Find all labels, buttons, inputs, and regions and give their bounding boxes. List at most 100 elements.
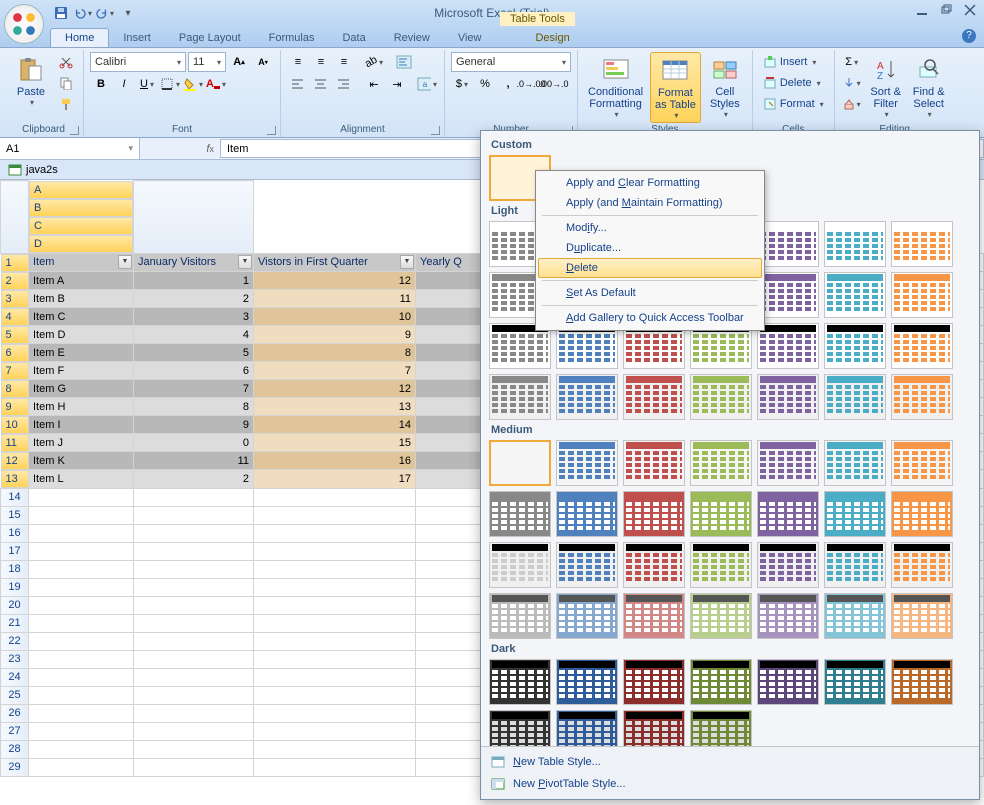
table-style-thumb[interactable] xyxy=(489,440,551,486)
table-style-thumb[interactable] xyxy=(757,491,819,537)
table-style-thumb[interactable] xyxy=(690,542,752,588)
name-box[interactable]: A1 xyxy=(0,138,140,159)
ctx-set-default[interactable]: Set As Default xyxy=(538,283,762,303)
tab-design[interactable]: Design xyxy=(521,29,583,47)
ctx-delete[interactable]: Delete xyxy=(538,258,762,278)
cell[interactable] xyxy=(416,362,484,380)
table-style-thumb[interactable] xyxy=(556,491,618,537)
sort-filter-button[interactable]: AZ Sort & Filter▾ xyxy=(866,52,906,121)
percent-format-icon[interactable]: % xyxy=(474,74,496,94)
cell[interactable]: 9 xyxy=(254,326,416,344)
cell[interactable] xyxy=(416,290,484,308)
cell[interactable] xyxy=(416,272,484,290)
table-style-thumb[interactable] xyxy=(556,374,618,420)
cell[interactable]: Item H xyxy=(29,398,134,416)
align-right-icon[interactable] xyxy=(333,74,355,94)
undo-icon[interactable]: ▾ xyxy=(74,4,92,22)
row-header[interactable]: 11 xyxy=(1,434,29,452)
cell[interactable]: 11 xyxy=(134,452,254,470)
cell[interactable]: 8 xyxy=(134,398,254,416)
ctx-duplicate[interactable]: Duplicate... xyxy=(538,238,762,258)
table-header-cell[interactable]: January Visitors▼ xyxy=(134,253,254,272)
table-style-thumb[interactable] xyxy=(690,374,752,420)
row-header[interactable]: 22 xyxy=(1,632,29,650)
table-style-thumb[interactable] xyxy=(824,542,886,588)
table-style-thumb[interactable] xyxy=(489,374,551,420)
row-header[interactable]: 19 xyxy=(1,578,29,596)
tab-data[interactable]: Data xyxy=(328,29,379,47)
cell[interactable] xyxy=(416,398,484,416)
table-style-thumb[interactable] xyxy=(757,323,819,369)
table-style-thumb[interactable] xyxy=(824,272,886,318)
table-style-thumb[interactable] xyxy=(489,491,551,537)
row-header[interactable]: 20 xyxy=(1,596,29,614)
cell[interactable]: Item J xyxy=(29,434,134,452)
table-style-thumb[interactable] xyxy=(489,659,551,705)
accounting-format-icon[interactable]: $▾ xyxy=(451,74,473,94)
table-header-cell[interactable]: Item▼ xyxy=(29,253,134,272)
row-header[interactable]: 16 xyxy=(1,524,29,542)
table-style-thumb[interactable] xyxy=(690,710,752,746)
filter-dropdown-icon[interactable]: ▼ xyxy=(238,255,252,269)
table-header-cell[interactable]: Vistors in First Quarter▼ xyxy=(254,253,416,272)
table-style-thumb[interactable] xyxy=(891,374,953,420)
align-top-icon[interactable]: ≡ xyxy=(287,52,309,72)
cell[interactable]: Item D xyxy=(29,326,134,344)
cell[interactable]: 12 xyxy=(254,272,416,290)
row-header[interactable]: 8 xyxy=(1,380,29,398)
table-style-thumb[interactable] xyxy=(824,593,886,639)
cell[interactable]: 10 xyxy=(254,308,416,326)
table-style-thumb[interactable] xyxy=(623,710,685,746)
table-style-thumb[interactable] xyxy=(690,440,752,486)
border-icon[interactable]: ▾ xyxy=(159,74,181,94)
table-style-thumb[interactable] xyxy=(824,323,886,369)
cell[interactable]: Item C xyxy=(29,308,134,326)
table-style-thumb[interactable] xyxy=(623,659,685,705)
new-pivottable-style-button[interactable]: New PivotTable Style... xyxy=(489,773,971,795)
grow-font-icon[interactable]: A▴ xyxy=(228,52,250,72)
cell[interactable]: Item F xyxy=(29,362,134,380)
new-table-style-button[interactable]: NNew Table Style...ew Table Style... xyxy=(489,751,971,773)
cell[interactable]: 12 xyxy=(254,380,416,398)
format-as-table-button[interactable]: Format as Table▾ xyxy=(650,52,701,123)
cell[interactable]: 1 xyxy=(134,272,254,290)
table-style-thumb[interactable] xyxy=(891,272,953,318)
save-icon[interactable] xyxy=(52,4,70,22)
close-button[interactable] xyxy=(964,4,978,18)
cell[interactable] xyxy=(416,434,484,452)
row-header[interactable]: 4 xyxy=(1,308,29,326)
qat-customize-icon[interactable]: ▾ xyxy=(118,4,136,22)
underline-icon[interactable]: U▾ xyxy=(136,74,158,94)
table-style-thumb[interactable] xyxy=(489,542,551,588)
workbook-name[interactable]: java2s xyxy=(26,164,58,176)
align-left-icon[interactable] xyxy=(287,74,309,94)
table-style-thumb[interactable] xyxy=(824,659,886,705)
cell[interactable]: 17 xyxy=(254,470,416,489)
table-style-thumb[interactable] xyxy=(824,491,886,537)
table-style-thumb[interactable] xyxy=(891,593,953,639)
tab-review[interactable]: Review xyxy=(380,29,444,47)
table-style-thumb[interactable] xyxy=(556,440,618,486)
row-header[interactable]: 3 xyxy=(1,290,29,308)
cell[interactable]: Item I xyxy=(29,416,134,434)
find-select-button[interactable]: Find & Select▾ xyxy=(909,52,949,121)
italic-icon[interactable]: I xyxy=(113,74,135,94)
delete-cells-button[interactable]: Delete▾ xyxy=(759,73,828,93)
table-style-thumb[interactable] xyxy=(623,374,685,420)
tab-view[interactable]: View xyxy=(444,29,496,47)
row-header[interactable]: 24 xyxy=(1,668,29,686)
row-header[interactable]: 25 xyxy=(1,686,29,704)
table-style-thumb[interactable] xyxy=(757,659,819,705)
table-style-thumb[interactable] xyxy=(556,710,618,746)
row-header[interactable]: 2 xyxy=(1,272,29,290)
cell[interactable]: 7 xyxy=(254,362,416,380)
bold-icon[interactable]: B xyxy=(90,74,112,94)
table-style-thumb[interactable] xyxy=(891,659,953,705)
row-header[interactable]: 18 xyxy=(1,560,29,578)
table-style-thumb[interactable] xyxy=(757,542,819,588)
fill-icon[interactable]: ▾ xyxy=(841,73,863,93)
table-style-thumb[interactable] xyxy=(623,542,685,588)
font-face-select[interactable]: Calibri▾ xyxy=(90,52,186,72)
row-header[interactable]: 14 xyxy=(1,488,29,506)
table-style-thumb[interactable] xyxy=(824,440,886,486)
